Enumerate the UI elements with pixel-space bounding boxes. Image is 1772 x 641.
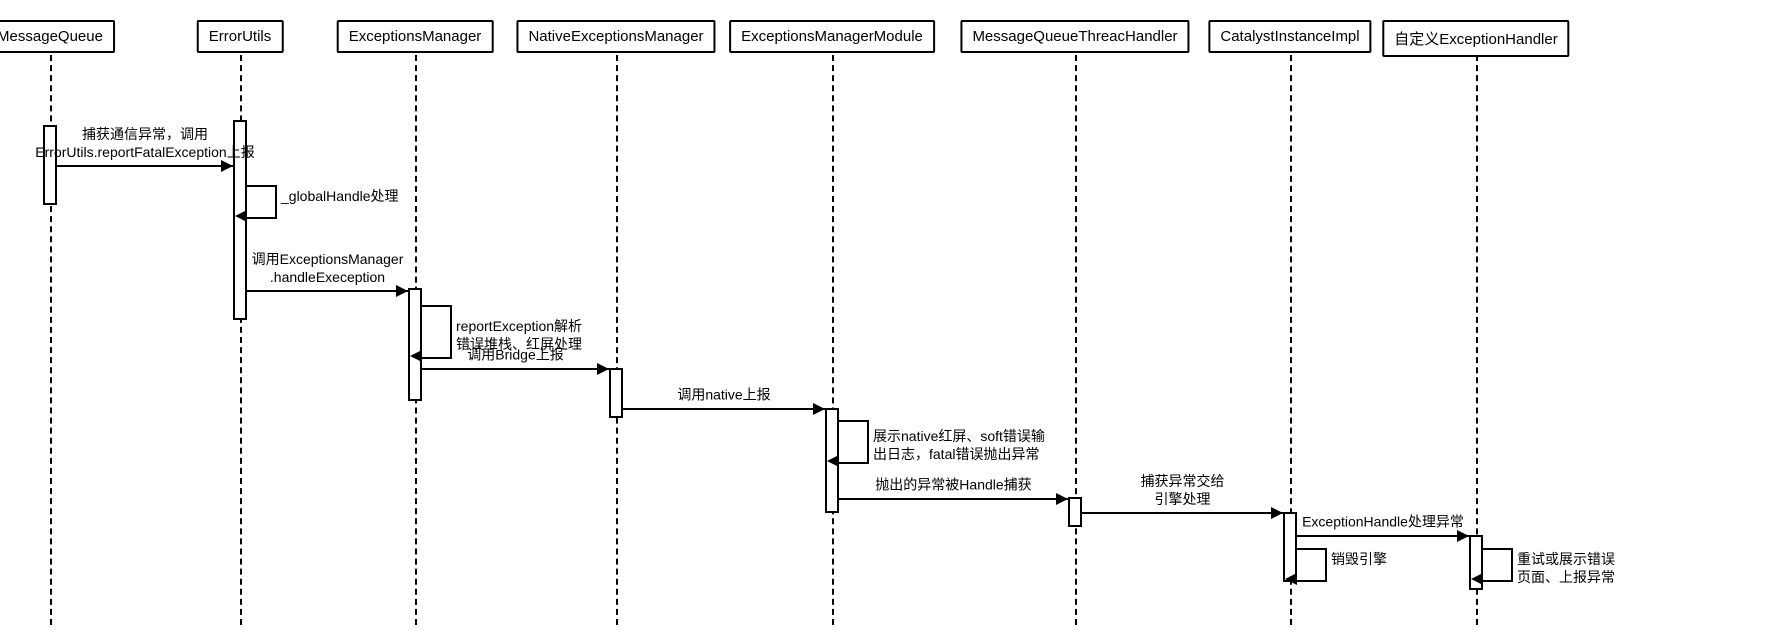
arrowhead-icon <box>396 285 408 297</box>
lifeline-p5 <box>832 55 834 625</box>
arrowhead-icon <box>1056 493 1068 505</box>
self-call-label: 展示native红屏、soft错误输 出日志，fatal错误抛出异常 <box>873 428 1045 463</box>
self-call-box <box>422 305 452 359</box>
arrowhead-icon <box>597 363 609 375</box>
self-call-box <box>247 185 277 219</box>
arrowhead-icon <box>1271 507 1283 519</box>
participant-p2: ErrorUtils <box>197 20 284 53</box>
sequence-diagram: MessageQueue ErrorUtils ExceptionsManager N… <box>0 0 1772 641</box>
self-call-box <box>839 420 869 464</box>
lifeline-p4 <box>616 55 618 625</box>
message-label: 捕获异常交给 引擎处理 <box>1141 473 1225 510</box>
message-label: 调用ExceptionsManager .handleExeception <box>252 251 404 288</box>
participant-p1: MessageQueue <box>0 20 115 53</box>
message-label: 抛出的异常被Handle捕获 <box>875 477 1031 497</box>
message-label: ExceptionHandle处理异常 <box>1302 514 1464 534</box>
activation-bar <box>43 125 57 205</box>
message-arrow <box>247 290 408 292</box>
arrowhead-icon <box>813 403 825 415</box>
participant-p8: 自定义ExceptionHandler <box>1382 20 1569 57</box>
message-arrow <box>57 165 233 167</box>
message-arrow <box>839 498 1068 500</box>
arrowhead-icon <box>410 350 422 362</box>
message-label: 捕获通信异常，调用 ErrorUtils.reportFatalExceptio… <box>35 126 254 163</box>
arrowhead-icon <box>827 455 839 467</box>
message-arrow <box>1082 512 1283 514</box>
arrowhead-icon <box>235 210 247 222</box>
activation-bar <box>609 368 623 418</box>
arrowhead-icon <box>221 160 233 172</box>
activation-bar <box>1283 512 1297 582</box>
participant-p7: CatalystInstanceImpl <box>1208 20 1371 53</box>
arrowhead-icon <box>1285 573 1297 585</box>
participant-p6: MessageQueueThreacHandler <box>960 20 1189 53</box>
participant-p3: ExceptionsManager <box>337 20 494 53</box>
self-call-box <box>1483 548 1513 582</box>
activation-bar <box>1068 497 1082 527</box>
message-arrow <box>623 408 825 410</box>
activation-bar <box>408 288 422 401</box>
participant-p5: ExceptionsManagerModule <box>729 20 935 53</box>
arrowhead-icon <box>1457 530 1469 542</box>
lifeline-p6 <box>1075 55 1077 625</box>
self-call-label: 重试或展示错误 页面、上报异常 <box>1517 551 1615 586</box>
message-label: 调用native上报 <box>677 387 770 407</box>
self-call-label: 销毁引擎 <box>1331 551 1387 569</box>
participant-p4: NativeExceptionsManager <box>516 20 715 53</box>
self-call-label: _globalHandle处理 <box>281 188 399 206</box>
self-call-label: reportException解析 错误堆栈、红屏处理 <box>456 318 582 353</box>
message-arrow <box>422 368 609 370</box>
self-call-box <box>1297 548 1327 582</box>
message-arrow <box>1297 535 1469 537</box>
arrowhead-icon <box>1471 573 1483 585</box>
